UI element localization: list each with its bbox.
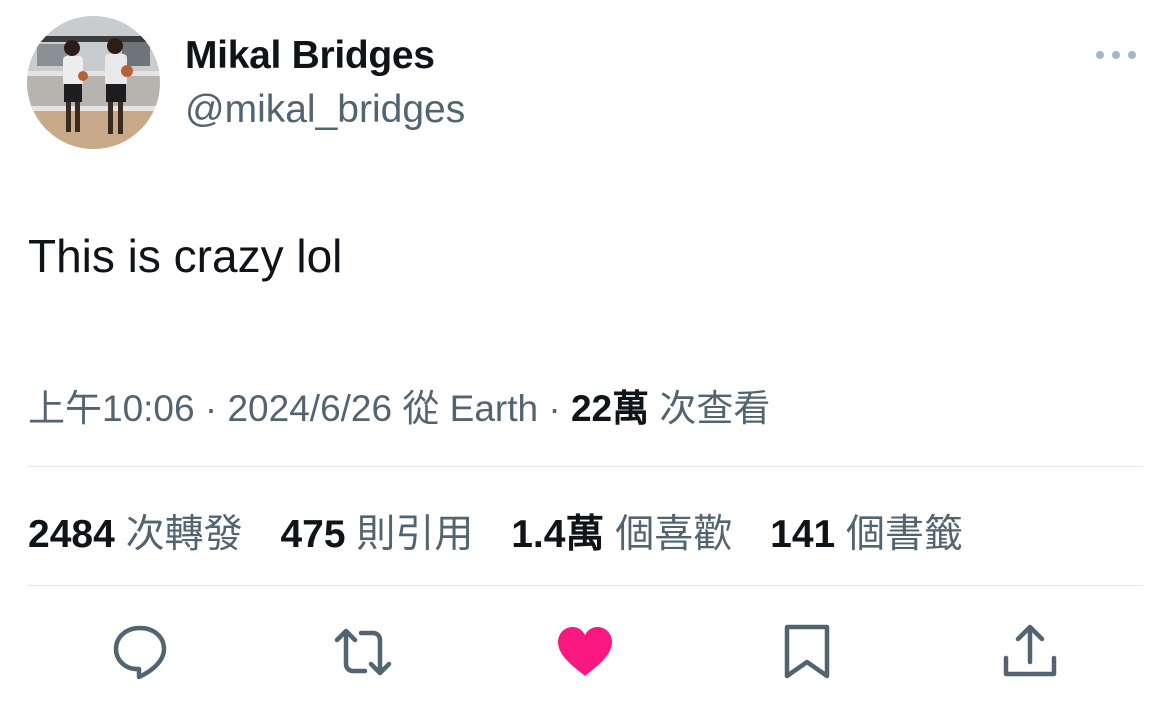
views-count: 22萬: [570, 388, 650, 429]
like-button[interactable]: [555, 622, 615, 682]
author-handle[interactable]: @mikal_bridges: [185, 88, 465, 132]
retweets-count: 2484: [28, 513, 115, 556]
avatar[interactable]: [27, 16, 160, 149]
likes-stat[interactable]: 1.4萬 個喜歡: [511, 513, 732, 556]
retweets-label: 次轉發: [114, 513, 243, 556]
avatar-photo: [27, 16, 160, 149]
bookmarks-stat[interactable]: 141 個書籤: [770, 513, 963, 556]
share-button[interactable]: [1000, 622, 1060, 682]
more-icon: [1096, 51, 1136, 59]
likes-count: 1.4萬: [511, 513, 605, 556]
tweet-meta: 上午10:06 · 2024/6/26 從 Earth · 22萬 次查看: [28, 378, 770, 432]
divider: [27, 466, 1143, 467]
tweet-time[interactable]: 上午10:06: [28, 388, 195, 429]
meta-separator: ·: [194, 388, 228, 429]
bookmark-button[interactable]: [777, 622, 837, 682]
retweet-button[interactable]: [333, 622, 393, 682]
quotes-count: 475: [280, 513, 346, 556]
tweet-text: This is crazy lol: [28, 230, 343, 282]
share-icon: [1003, 624, 1057, 677]
tweet-card: Mikal Bridges @mikal_bridges This is cra…: [0, 0, 1170, 718]
views-label: 次查看: [649, 388, 771, 429]
retweet-icon: [334, 628, 392, 676]
likes-label: 個喜歡: [604, 513, 733, 556]
bookmarks-label: 個書籤: [835, 513, 964, 556]
meta-separator: ·: [538, 388, 571, 429]
reply-icon: [113, 625, 167, 680]
divider: [27, 585, 1143, 586]
author-name[interactable]: Mikal Bridges: [185, 34, 435, 78]
more-options-button[interactable]: [1092, 42, 1140, 68]
quotes-stat[interactable]: 475 則引用: [280, 513, 473, 556]
tweet-source: 從 Earth: [392, 388, 539, 429]
quotes-label: 則引用: [345, 513, 474, 556]
tweet-date[interactable]: 2024/6/26: [227, 388, 392, 429]
bookmarks-count: 141: [770, 513, 836, 556]
tweet-stats: 2484 次轉發 475 則引用 1.4萬 個喜歡 141 個書籤: [28, 503, 990, 559]
retweets-stat[interactable]: 2484 次轉發: [28, 513, 243, 556]
reply-button[interactable]: [110, 622, 170, 682]
bookmark-icon: [784, 624, 830, 679]
like-icon: [558, 627, 612, 676]
